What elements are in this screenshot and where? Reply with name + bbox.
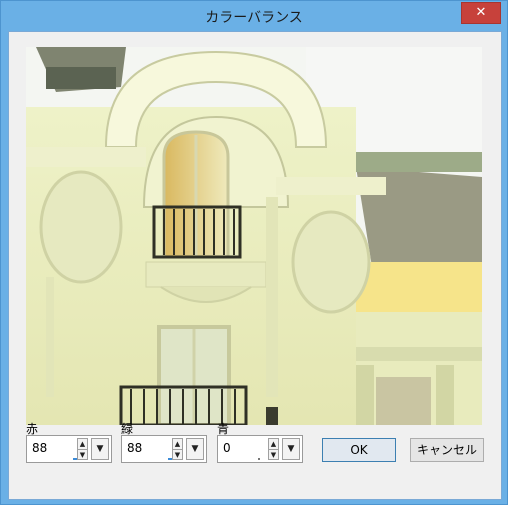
- image-preview: [26, 47, 482, 425]
- spin-down-icon[interactable]: ▼: [78, 450, 87, 460]
- spin-down-icon[interactable]: ▼: [173, 450, 182, 460]
- blue-spin-arrows[interactable]: ▲ ▼: [268, 438, 279, 460]
- spin-up-icon[interactable]: ▲: [269, 439, 278, 450]
- green-dropdown-button[interactable]: ▼: [186, 438, 204, 460]
- close-button[interactable]: ✕: [461, 2, 501, 24]
- green-spin-arrows[interactable]: ▲ ▼: [172, 438, 183, 460]
- green-input[interactable]: [125, 440, 175, 456]
- red-spinbox[interactable]: ▲ ▼ ▼: [26, 435, 112, 463]
- dropdown-arrow-icon: ▼: [191, 444, 199, 454]
- red-input[interactable]: [30, 440, 80, 456]
- blue-dropdown-button[interactable]: ▼: [282, 438, 300, 460]
- spin-up-icon[interactable]: ▲: [78, 439, 87, 450]
- building-photo: [26, 47, 482, 425]
- ok-button[interactable]: OK: [322, 438, 396, 462]
- blue-underline: [258, 458, 260, 460]
- color-controls: 赤 ▲ ▼ ▼ 緑 ▲ ▼ ▼ 青: [9, 422, 501, 502]
- cancel-button[interactable]: キャンセル: [410, 438, 484, 462]
- red-spin-arrows[interactable]: ▲ ▼: [77, 438, 88, 460]
- window-title: カラーバランス: [205, 10, 303, 26]
- blue-spinbox[interactable]: ▲ ▼ ▼: [217, 435, 303, 463]
- spin-up-icon[interactable]: ▲: [173, 439, 182, 450]
- green-spinbox[interactable]: ▲ ▼ ▼: [121, 435, 207, 463]
- title-bar: カラーバランス ✕: [1, 1, 507, 31]
- blue-input[interactable]: [221, 440, 271, 456]
- close-icon: ✕: [475, 5, 487, 20]
- spin-down-icon[interactable]: ▼: [269, 450, 278, 460]
- dialog-client: 赤 ▲ ▼ ▼ 緑 ▲ ▼ ▼ 青: [8, 31, 502, 500]
- red-dropdown-button[interactable]: ▼: [91, 438, 109, 460]
- color-balance-dialog: カラーバランス ✕ 赤 88 ▲ ▼ ▼ 緑 88 ▲ ▼ ▼ 青 0 ▲ ▼ …: [0, 0, 508, 505]
- dropdown-arrow-icon: ▼: [96, 444, 104, 454]
- dropdown-arrow-icon: ▼: [287, 444, 295, 454]
